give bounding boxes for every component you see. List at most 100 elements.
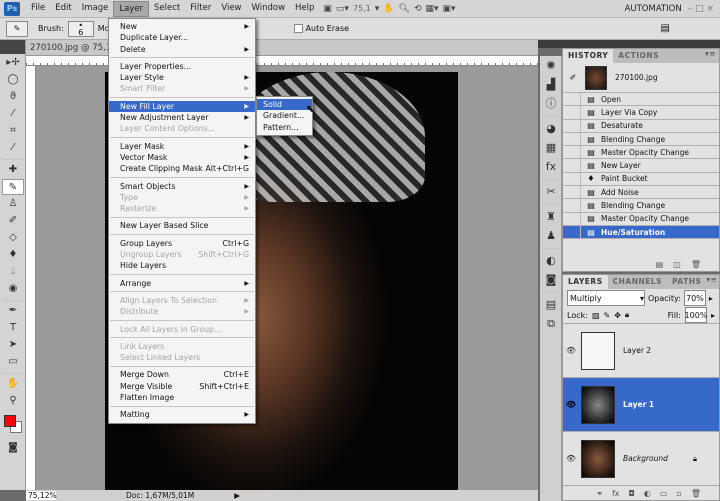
zoom-level-field[interactable]: 75,1: [353, 4, 371, 13]
lock-all-icon[interactable]: 🔒︎: [625, 310, 629, 320]
fill-slider-arrow[interactable]: ▸: [711, 311, 715, 320]
menu-item-layer-style[interactable]: Layer Style ▶: [109, 72, 255, 83]
lock-pixels-icon[interactable]: ✎: [604, 311, 611, 320]
arrange-icon[interactable]: ▦▾: [426, 4, 439, 14]
layer-comps-panel-icon[interactable]: ▤: [540, 295, 562, 314]
menu-item-layer-properties[interactable]: Layer Properties...: [109, 61, 255, 72]
history-source-checkbox[interactable]: [563, 225, 581, 239]
layer-name[interactable]: Background: [623, 454, 668, 463]
history-item[interactable]: ▤ Master Opacity Change: [563, 212, 719, 226]
menu-item-create-clipping-mask[interactable]: Create Clipping Mask Alt+Ctrl+G: [109, 163, 255, 174]
lasso-tool-icon[interactable]: ϑ: [2, 89, 24, 105]
tab-actions[interactable]: ACTIONS: [613, 49, 664, 63]
history-source-checkbox[interactable]: [563, 132, 581, 146]
menu-item-flatten-image[interactable]: Flatten Image: [109, 392, 255, 403]
fill-input[interactable]: 100%: [685, 307, 707, 323]
palette-icon[interactable]: ▤: [661, 23, 670, 34]
link-layers-icon[interactable]: ⚭: [596, 489, 603, 498]
info-panel-icon[interactable]: ⓘ: [540, 94, 562, 113]
eyedropper-tool-icon[interactable]: ⁄: [2, 140, 24, 156]
lock-transparency-icon[interactable]: ▨: [592, 311, 600, 320]
healing-brush-tool-icon[interactable]: ✚: [2, 162, 24, 178]
tab-paths[interactable]: PATHS: [667, 275, 706, 289]
workspace-switcher[interactable]: AUTOMATION: [625, 4, 682, 14]
tab-history[interactable]: HISTORY: [563, 49, 614, 63]
eye-icon[interactable]: 👁︎: [563, 454, 579, 463]
status-menu-arrow[interactable]: ▶: [234, 491, 240, 500]
history-source-checkbox[interactable]: [563, 93, 581, 106]
menu-item-arrange[interactable]: Arrange ▶: [109, 278, 255, 289]
history-snapshot[interactable]: ✐ 270100.jpg: [563, 63, 719, 93]
new-group-icon[interactable]: ▭: [660, 489, 668, 498]
history-item[interactable]: ▤ Desaturate: [563, 119, 719, 133]
history-item[interactable]: ▤ Layer Via Copy: [563, 106, 719, 120]
history-source-checkbox[interactable]: [563, 106, 581, 119]
history-source-checkbox[interactable]: [563, 199, 581, 212]
menu-view[interactable]: View: [216, 1, 246, 17]
foreground-color-swatch[interactable]: [4, 415, 16, 427]
rotate-icon[interactable]: ⟲: [414, 4, 422, 14]
trash-icon[interactable]: 🗑︎: [691, 489, 701, 498]
menu-item-layer-content-options[interactable]: Layer Content Options...: [109, 123, 255, 134]
menu-item-smart-objects[interactable]: Smart Objects ▶: [109, 181, 255, 192]
menu-file[interactable]: File: [26, 1, 50, 17]
history-source-checkbox[interactable]: [563, 146, 581, 159]
bridge-icon[interactable]: ▣: [323, 4, 332, 14]
layer-name[interactable]: Layer 1: [623, 400, 654, 409]
clone-stamp-tool-icon[interactable]: ♙: [2, 196, 24, 212]
panel-dock-header[interactable]: [538, 40, 720, 48]
blur-tool-icon[interactable]: 💧︎: [2, 264, 24, 280]
history-item[interactable]: ▤ New Layer: [563, 159, 719, 173]
history-source-checkbox[interactable]: [563, 172, 581, 186]
menu-item-hide-layers[interactable]: Hide Layers: [109, 260, 255, 271]
window-controls[interactable]: – □ ×: [688, 4, 714, 14]
brushes-panel-icon[interactable]: ♟: [540, 226, 562, 245]
zoom-icon[interactable]: 🔍︎: [399, 4, 410, 14]
layer-style-icon[interactable]: fx: [612, 489, 620, 498]
menu-item-layer-mask[interactable]: Layer Mask ▶: [109, 141, 255, 152]
history-source-checkbox[interactable]: [563, 186, 581, 199]
menu-item-delete[interactable]: Delete ▶: [109, 44, 255, 55]
menu-edit[interactable]: Edit: [50, 1, 76, 17]
color-panel-icon[interactable]: ◕: [540, 119, 562, 138]
menu-item-type[interactable]: Type ▶: [109, 192, 255, 203]
history-item[interactable]: ▤ Add Noise: [563, 186, 719, 200]
hand-tool-icon[interactable]: ✋: [2, 376, 24, 392]
menu-item-new-layer-based-slice[interactable]: New Layer Based Slice: [109, 220, 255, 231]
screen-mode-icon[interactable]: ▭▾: [336, 4, 349, 14]
swatches-panel-icon[interactable]: ▦: [540, 138, 562, 157]
menu-item-duplicate-layer[interactable]: Duplicate Layer...: [109, 32, 255, 43]
paint-bucket-tool-icon[interactable]: ♦: [2, 247, 24, 263]
layer-row-layer-2[interactable]: 👁︎ Layer 2: [563, 324, 719, 378]
document-tab[interactable]: 270100.jpg @ 75,1%: [26, 40, 538, 56]
masks-panel-icon[interactable]: ◙: [540, 270, 562, 289]
layer-row-layer-1[interactable]: 👁︎ Layer 1: [563, 378, 719, 432]
menu-image[interactable]: Image: [77, 1, 114, 17]
menu-item-vector-mask[interactable]: Vector Mask ▶: [109, 152, 255, 163]
tools-preset-panel-icon[interactable]: ✂: [540, 182, 562, 201]
menu-item-new-fill-layer[interactable]: New Fill Layer ▶: [109, 100, 255, 113]
menu-item-matting[interactable]: Matting ▶: [109, 409, 255, 420]
menu-item-pattern[interactable]: Pattern...: [257, 122, 312, 133]
opacity-input[interactable]: 70%: [683, 290, 706, 306]
zoom-tool-icon[interactable]: ⚲: [2, 393, 24, 409]
tool-preset-picker[interactable]: ✎: [6, 20, 28, 37]
trash-icon[interactable]: 🗑︎: [691, 260, 701, 269]
new-layer-icon[interactable]: ▫: [676, 489, 681, 498]
type-tool-icon[interactable]: T: [2, 320, 24, 336]
quick-selection-tool-icon[interactable]: ⁄: [2, 106, 24, 122]
styles-panel-icon[interactable]: fx: [540, 157, 562, 176]
lock-position-icon[interactable]: ✥: [614, 311, 621, 320]
add-mask-icon[interactable]: ◘: [629, 489, 635, 498]
quick-mask-icon[interactable]: ◙: [2, 440, 24, 456]
eraser-tool-icon[interactable]: ◇: [2, 230, 24, 246]
navigator-panel-icon[interactable]: ✺: [540, 56, 562, 75]
layer-name[interactable]: Layer 2: [623, 346, 651, 355]
zoom-percentage[interactable]: 75,12%: [26, 491, 57, 500]
doc-size[interactable]: Doc: 1,67M/5,01M: [126, 491, 194, 500]
rectangle-tool-icon[interactable]: ▭: [2, 354, 24, 370]
menu-layer[interactable]: Layer: [113, 0, 150, 17]
history-item[interactable]: ▤ Hue/Saturation: [563, 225, 719, 240]
menu-select[interactable]: Select: [149, 1, 185, 17]
extras-icon[interactable]: ▣▾: [443, 4, 456, 14]
